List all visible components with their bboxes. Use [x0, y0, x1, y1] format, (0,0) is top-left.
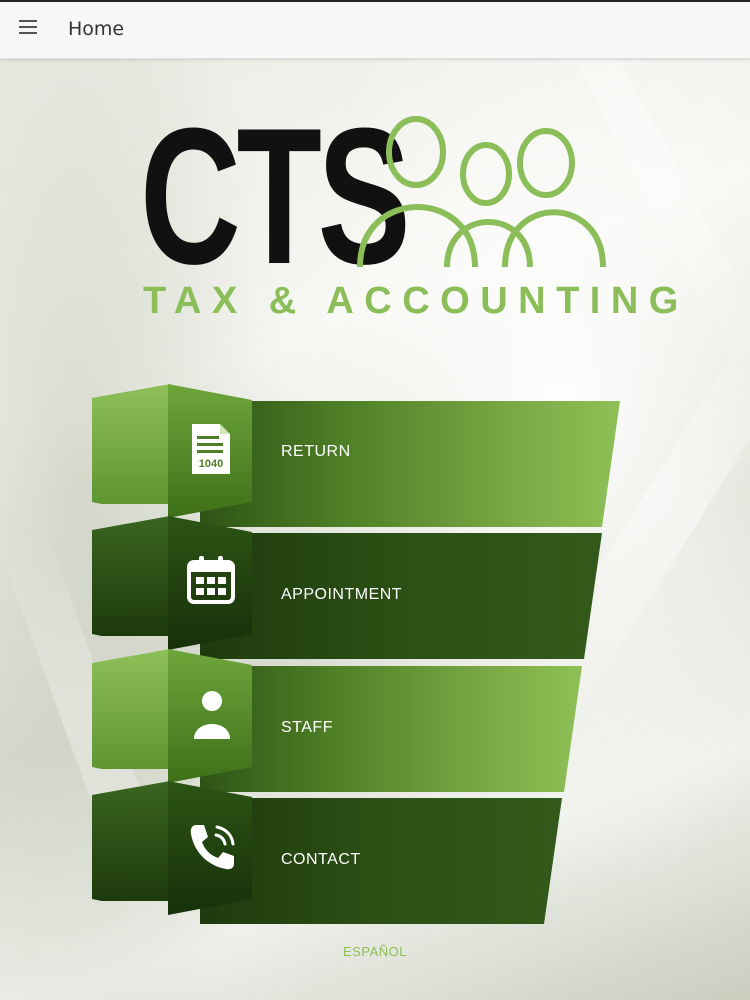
page-title: Home	[68, 18, 125, 40]
menu-item-label: CONTACT	[281, 851, 361, 868]
form-number-label: 1040	[199, 458, 223, 470]
app-bar: Home	[0, 0, 750, 59]
menu-item-label: APPOINTMENT	[281, 586, 403, 603]
hamburger-menu-icon[interactable]	[19, 20, 39, 36]
status-divider	[0, 0, 750, 2]
phone-icon	[190, 825, 235, 870]
menu-item-label: RETURN	[281, 443, 351, 460]
calendar-icon	[187, 556, 235, 604]
tax-form-1040-icon: 1040	[192, 424, 230, 474]
language-toggle-link[interactable]: ESPAÑOL	[0, 944, 750, 959]
main-menu: 1040 RETURN APPOINTMENT STAFF CONTACT	[0, 0, 750, 1000]
person-icon	[194, 691, 230, 739]
menu-item-label: STAFF	[281, 719, 333, 736]
